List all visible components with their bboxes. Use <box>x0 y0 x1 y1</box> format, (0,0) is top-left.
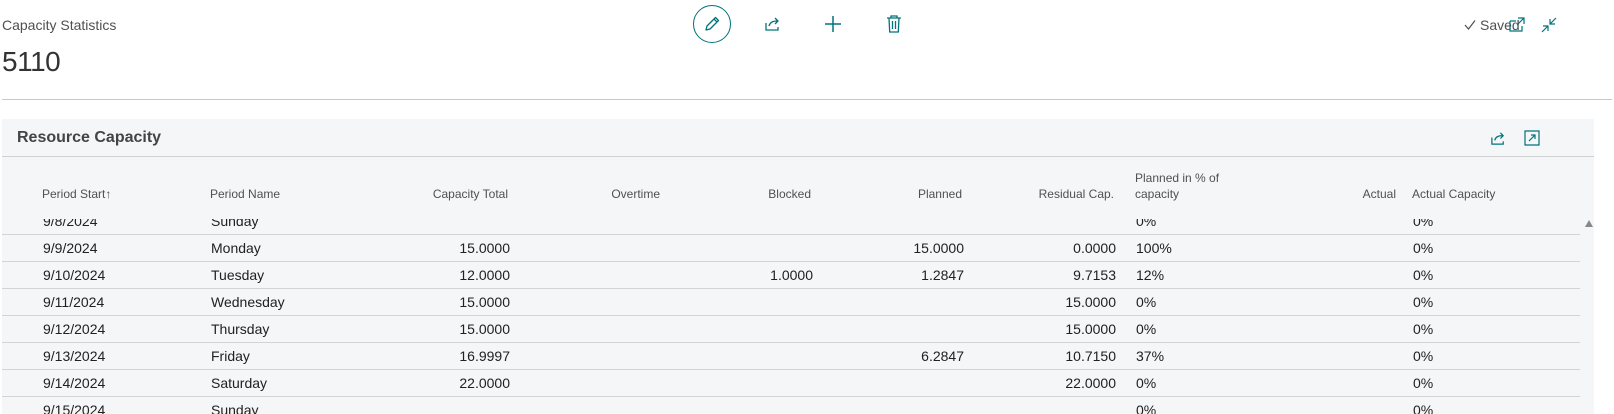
cell-planned-pct: 12% <box>1136 267 1165 283</box>
column-header-planned[interactable]: Planned <box>862 186 962 202</box>
page-title: 5110 <box>2 46 61 77</box>
table-row[interactable]: 9/13/2024 Friday 16.9997 6.2847 10.7150 37% 0% <box>2 342 1580 370</box>
cell-period-name: Saturday <box>211 375 268 391</box>
edit-button[interactable] <box>693 5 731 43</box>
cell-capacity-total: 22.0000 <box>459 375 510 391</box>
expand-icon <box>1524 130 1540 146</box>
cell-actual-capacity: 0% <box>1413 348 1434 364</box>
open-new-window-button[interactable] <box>1506 14 1528 36</box>
table-row[interactable]: 9/9/2024 Monday 15.0000 15.0000 0.0000 100% 0% <box>2 234 1580 262</box>
action-toolbar <box>693 5 913 43</box>
part-expand-button[interactable] <box>1522 128 1542 148</box>
cell-period-start: 9/8/2024 <box>43 219 98 229</box>
collapse-button[interactable] <box>1538 14 1560 36</box>
cell-blocked: 1.0000 <box>770 267 813 283</box>
delete-button[interactable] <box>875 5 913 43</box>
share-button[interactable] <box>754 5 792 43</box>
cell-period-start: 9/9/2024 <box>43 240 98 256</box>
cell-period-start: 9/11/2024 <box>43 294 105 310</box>
cell-residual: 0.0000 <box>1073 240 1116 256</box>
cell-planned: 6.2847 <box>921 348 964 364</box>
cell-planned: 15.0000 <box>913 240 964 256</box>
cell-planned-pct: 0% <box>1136 375 1157 391</box>
resource-capacity-part: Resource Capacity Period Start↑ Period N… <box>2 119 1594 414</box>
cell-planned-pct: 0% <box>1136 294 1157 310</box>
cell-actual-capacity: 0% <box>1413 240 1434 256</box>
cell-period-start: 9/10/2024 <box>43 267 106 283</box>
share-icon <box>765 17 779 31</box>
cell-residual: 22.0000 <box>1065 375 1116 391</box>
header-divider <box>2 99 1612 100</box>
cell-period-start: 9/13/2024 <box>43 348 106 364</box>
cell-actual-capacity: 0% <box>1413 219 1434 229</box>
table-row[interactable]: 9/8/2024 Sunday 0% 0% <box>2 219 1580 235</box>
collapse-icon <box>1541 17 1557 33</box>
trash-icon <box>887 15 901 33</box>
cell-period-name: Wednesday <box>211 294 285 310</box>
cell-actual-capacity: 0% <box>1413 267 1434 283</box>
part-share-button[interactable] <box>1488 128 1508 148</box>
column-header-capacity-total[interactable]: Capacity Total <box>392 186 508 202</box>
share-icon <box>1490 131 1504 145</box>
cell-period-name: Sunday <box>211 402 259 414</box>
column-header-blocked[interactable]: Blocked <box>712 186 811 202</box>
cell-actual-capacity: 0% <box>1413 402 1434 414</box>
cell-period-start: 9/15/2024 <box>43 402 106 414</box>
cell-actual-capacity: 0% <box>1413 294 1434 310</box>
cell-period-name: Tuesday <box>211 267 265 283</box>
cell-actual-capacity: 0% <box>1413 375 1434 391</box>
cell-period-name: Friday <box>211 348 250 364</box>
table-row[interactable]: 9/11/2024 Wednesday 15.0000 15.0000 0% 0% <box>2 288 1580 316</box>
cell-capacity-total: 15.0000 <box>459 294 510 310</box>
column-header-period-start[interactable]: Period Start↑ <box>42 186 111 202</box>
cell-residual: 9.7153 <box>1073 267 1116 283</box>
checkmark-icon <box>1464 20 1476 30</box>
column-header-overtime[interactable]: Overtime <box>562 186 660 202</box>
column-header-actual[interactable]: Actual <box>1302 186 1396 202</box>
cell-period-start: 9/14/2024 <box>43 375 106 391</box>
cell-capacity-total: 15.0000 <box>459 240 510 256</box>
open-in-new-window-icon <box>1509 17 1525 32</box>
cell-residual: 15.0000 <box>1065 294 1116 310</box>
cell-period-name: Monday <box>211 240 261 256</box>
table-row[interactable]: 9/14/2024 Saturday 22.0000 22.0000 0% 0% <box>2 369 1580 397</box>
cell-residual: 10.7150 <box>1065 348 1116 364</box>
column-header-actual-capacity[interactable]: Actual Capacity <box>1412 186 1495 202</box>
table-rows: 9/8/2024 Sunday 0% 0% 9/9/2024 Monday 15.0000 1… <box>2 219 1580 414</box>
cell-period-name: Thursday <box>211 321 270 337</box>
new-button[interactable] <box>814 5 852 43</box>
cell-residual: 15.0000 <box>1065 321 1116 337</box>
column-header-period-name[interactable]: Period Name <box>210 186 280 202</box>
column-header-planned-pct[interactable]: Planned in % of capacity <box>1135 170 1219 202</box>
page-caption: Capacity Statistics <box>2 17 117 33</box>
sort-ascending-icon: ↑ <box>105 187 112 201</box>
cell-planned-pct: 0% <box>1136 219 1157 229</box>
table-row[interactable]: 9/12/2024 Thursday 15.0000 15.0000 0% 0% <box>2 315 1580 343</box>
cell-capacity-total: 15.0000 <box>459 321 510 337</box>
cell-planned-pct: 100% <box>1136 240 1172 256</box>
cell-planned-pct: 37% <box>1136 348 1165 364</box>
cell-planned-pct: 0% <box>1136 321 1157 337</box>
edit-icon <box>705 16 720 31</box>
scroll-up-arrow-icon[interactable] <box>1584 217 1594 229</box>
cell-actual-capacity: 0% <box>1413 321 1434 337</box>
cell-planned: 1.2847 <box>921 267 964 283</box>
cell-period-name: Sunday <box>211 219 259 229</box>
cell-planned-pct: 0% <box>1136 402 1157 414</box>
column-header-residual-capacity[interactable]: Residual Cap. <box>1002 186 1114 202</box>
plus-icon <box>825 16 841 32</box>
table-row[interactable]: 9/10/2024 Tuesday 12.0000 1.0000 1.2847 9.715… <box>2 261 1580 289</box>
part-header: Resource Capacity <box>2 119 1594 157</box>
cell-period-start: 9/12/2024 <box>43 321 106 337</box>
part-title: Resource Capacity <box>17 129 162 146</box>
cell-capacity-total: 16.9997 <box>459 348 510 364</box>
table-row[interactable]: 9/15/2024 Sunday 0% 0% <box>2 396 1580 414</box>
cell-capacity-total: 12.0000 <box>459 267 510 283</box>
